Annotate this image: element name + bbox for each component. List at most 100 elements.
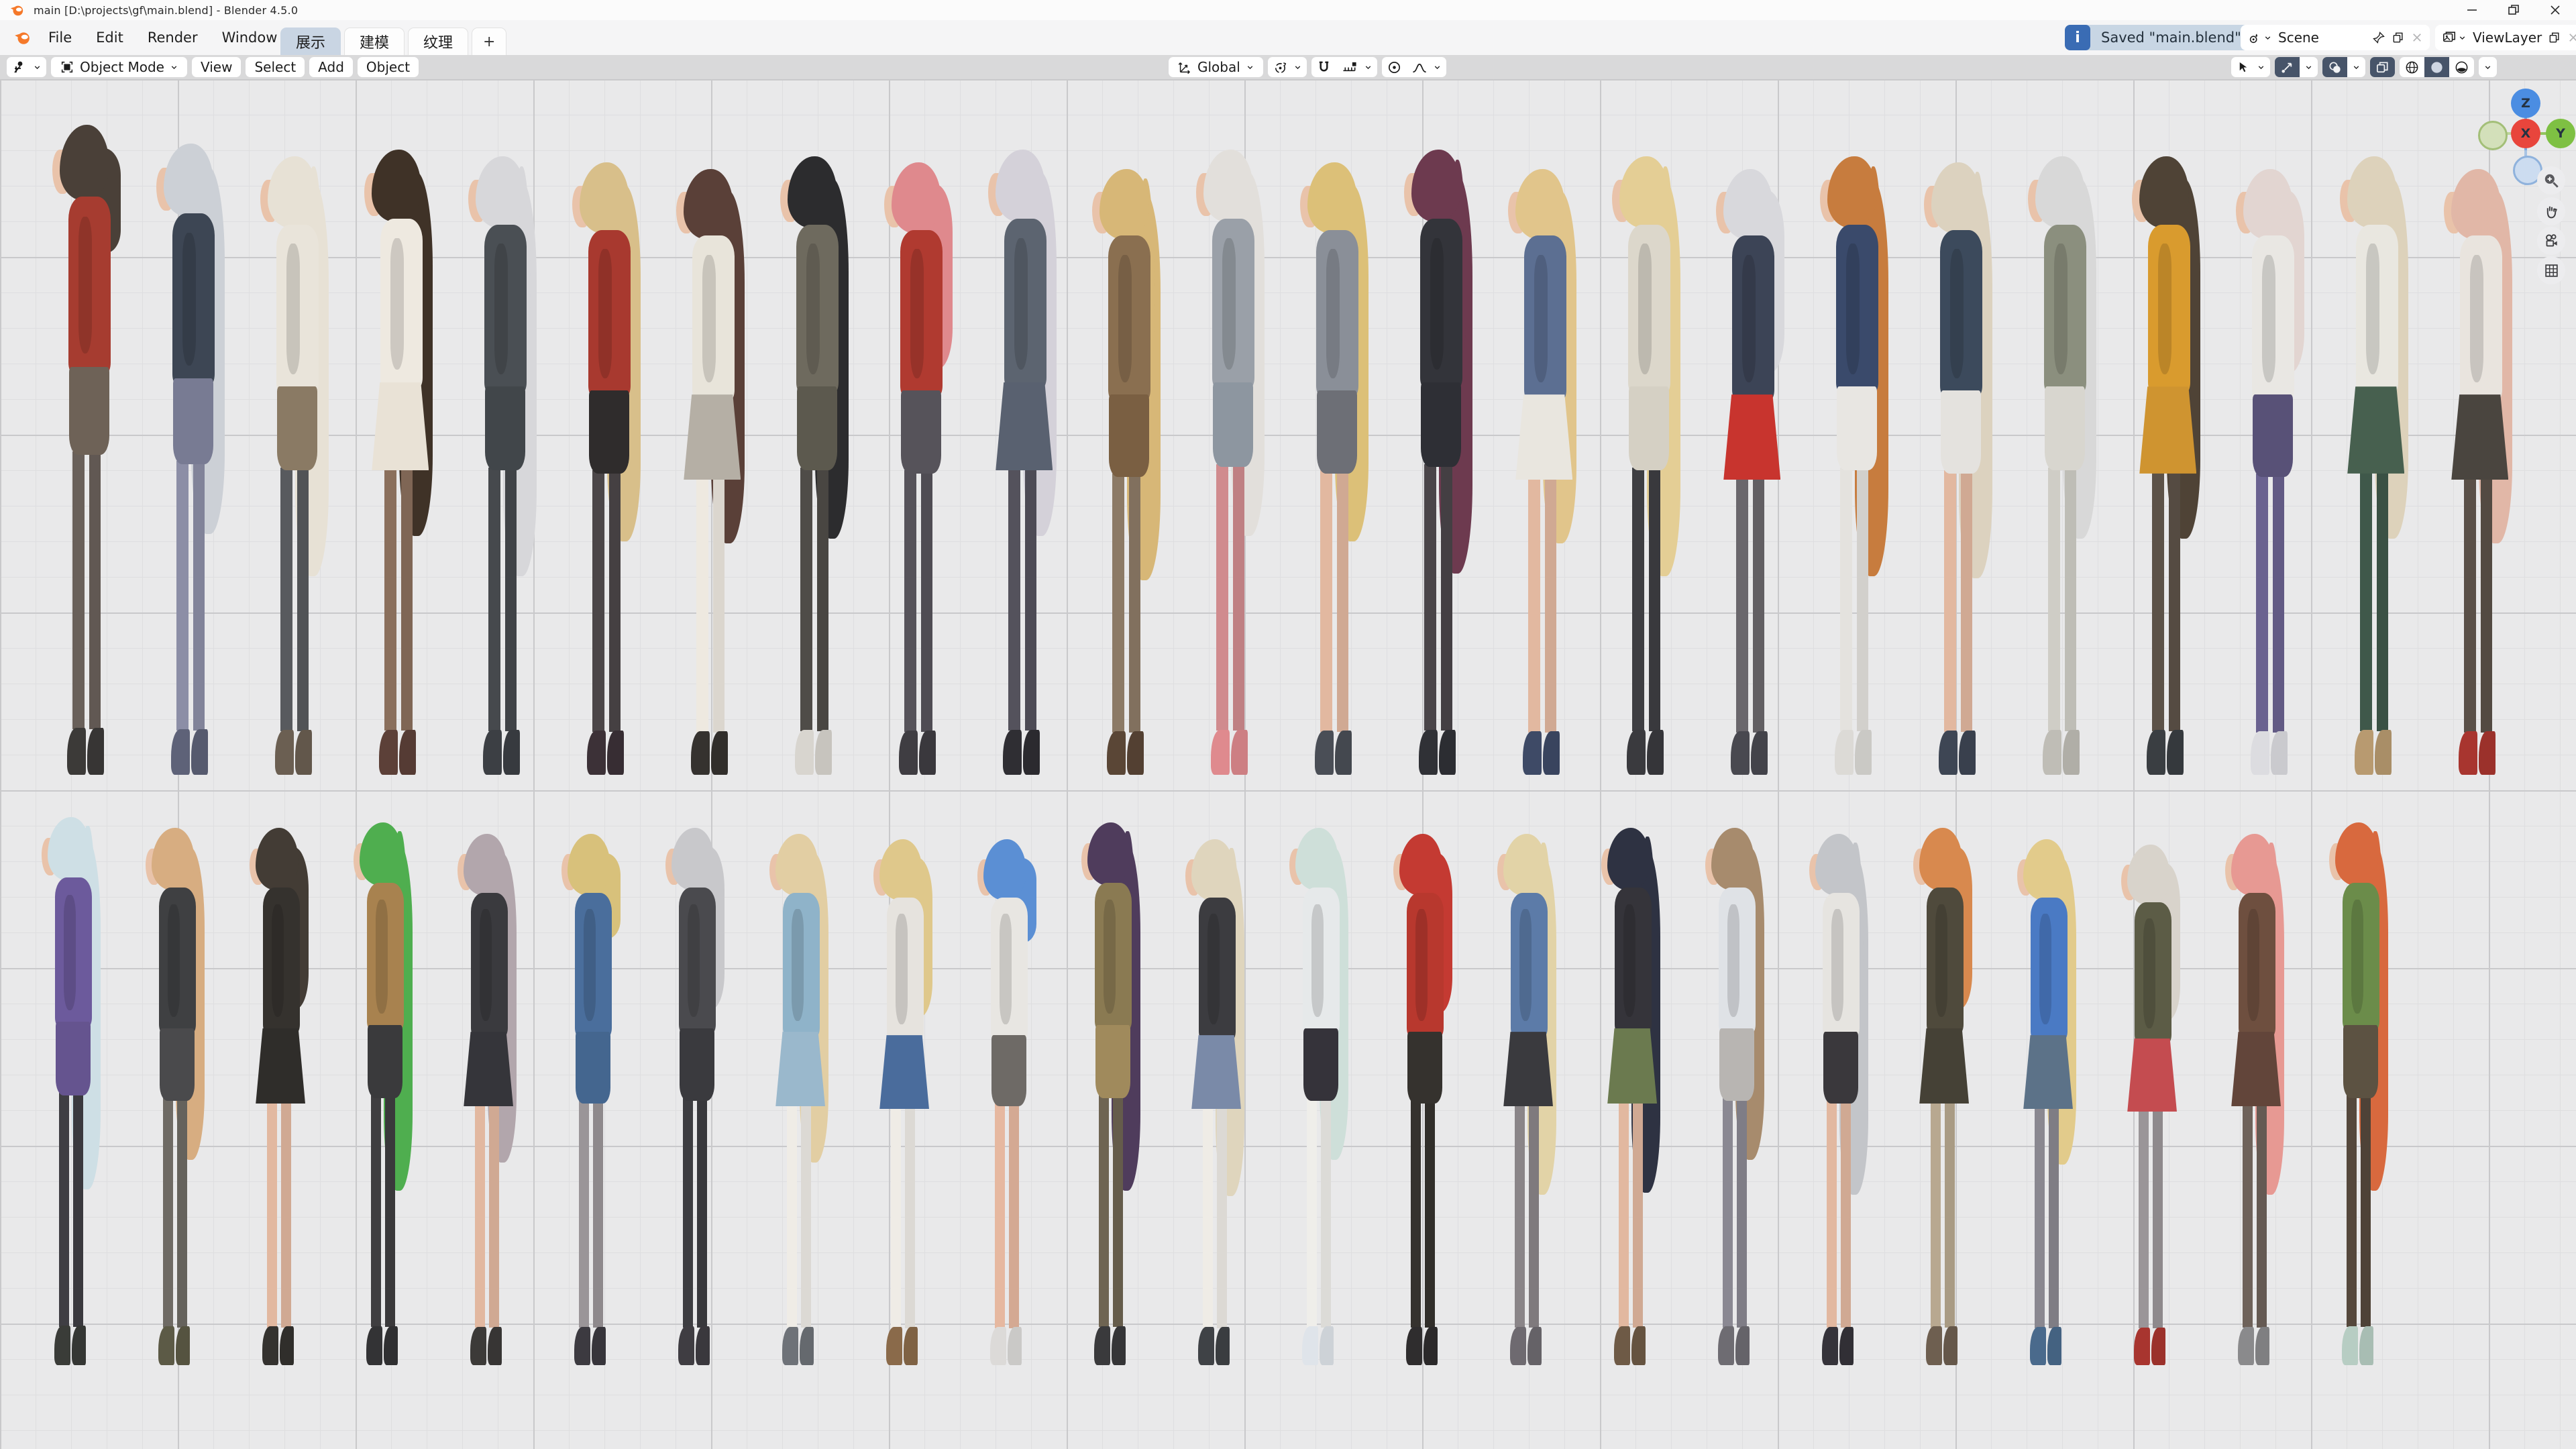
viewport-menu-view[interactable]: View bbox=[192, 57, 241, 77]
viewlayer-name[interactable]: ViewLayer bbox=[2473, 30, 2542, 46]
character-model-bottom-13[interactable] bbox=[1282, 826, 1362, 1365]
character-model-top-11[interactable] bbox=[1084, 166, 1176, 775]
pivot-point-selector[interactable] bbox=[1268, 57, 1307, 77]
character-model-bottom-20[interactable] bbox=[2010, 837, 2090, 1365]
character-model-top-21[interactable] bbox=[2124, 154, 2216, 775]
character-model-bottom-22[interactable] bbox=[2218, 832, 2298, 1365]
character-model-bottom-1[interactable] bbox=[34, 815, 114, 1365]
pan-button[interactable] bbox=[2537, 197, 2565, 225]
viewport-menu-add[interactable]: Add bbox=[309, 57, 353, 77]
character-model-top-22[interactable] bbox=[2228, 166, 2320, 775]
toggle-xray[interactable] bbox=[2370, 57, 2395, 77]
zoom-button[interactable] bbox=[2537, 166, 2565, 195]
menu-window[interactable]: Window bbox=[213, 25, 287, 50]
snap-toggle[interactable] bbox=[1311, 57, 1336, 77]
character-model-top-19[interactable] bbox=[1916, 160, 2008, 775]
proportional-falloff-selector[interactable] bbox=[1407, 57, 1446, 77]
character-model-bottom-12[interactable] bbox=[1178, 837, 1258, 1365]
menu-file[interactable]: File bbox=[39, 25, 81, 50]
character-model-bottom-21[interactable] bbox=[2114, 843, 2194, 1365]
character-model-top-6[interactable] bbox=[564, 160, 656, 775]
character-model-top-16[interactable] bbox=[1604, 154, 1696, 775]
maximize-button[interactable] bbox=[2493, 0, 2534, 20]
camera-view-button[interactable] bbox=[2537, 227, 2565, 255]
transform-orientation-selector[interactable]: Global bbox=[1169, 57, 1263, 77]
character-model-top-17[interactable] bbox=[1708, 166, 1800, 775]
character-model-top-1[interactable] bbox=[44, 122, 136, 775]
boot-front bbox=[470, 1327, 486, 1365]
shading-dropdown[interactable] bbox=[2479, 57, 2497, 77]
leg-back bbox=[801, 1101, 811, 1328]
character-model-top-10[interactable] bbox=[980, 147, 1072, 775]
show-overlays-toggle[interactable] bbox=[2322, 57, 2347, 77]
show-gizmos-toggle[interactable] bbox=[2275, 57, 2300, 77]
character-model-bottom-16[interactable] bbox=[1594, 826, 1674, 1365]
workspace-tab-4[interactable]: + bbox=[472, 28, 506, 55]
character-model-top-14[interactable] bbox=[1396, 147, 1488, 775]
character-model-top-24[interactable] bbox=[2436, 166, 2528, 775]
character-model-top-9[interactable] bbox=[876, 160, 968, 775]
character-model-bottom-18[interactable] bbox=[1802, 832, 1882, 1365]
character-model-bottom-15[interactable] bbox=[1490, 832, 1570, 1365]
character-model-top-13[interactable] bbox=[1292, 160, 1384, 775]
character-model-bottom-2[interactable] bbox=[138, 826, 218, 1365]
pin-icon[interactable] bbox=[2372, 31, 2385, 44]
menu-edit[interactable]: Edit bbox=[87, 25, 133, 50]
character-model-top-18[interactable] bbox=[1812, 154, 1904, 775]
character-model-bottom-7[interactable] bbox=[658, 826, 738, 1365]
viewlayer-browse-icon[interactable] bbox=[2442, 30, 2467, 45]
character-model-top-20[interactable] bbox=[2020, 154, 2112, 775]
character-model-top-23[interactable] bbox=[2332, 154, 2424, 775]
character-model-bottom-8[interactable] bbox=[762, 832, 842, 1365]
overlays-dropdown[interactable] bbox=[2347, 57, 2365, 77]
character-model-top-4[interactable] bbox=[356, 147, 448, 775]
blender-menu-icon[interactable] bbox=[11, 29, 34, 46]
character-model-bottom-4[interactable] bbox=[346, 820, 426, 1365]
gizmo-axis-x[interactable]: X bbox=[2511, 119, 2540, 148]
character-model-top-7[interactable] bbox=[668, 166, 760, 775]
character-model-top-8[interactable] bbox=[772, 154, 864, 775]
gizmo-axis-y[interactable]: Y bbox=[2546, 119, 2575, 148]
character-model-bottom-17[interactable] bbox=[1698, 826, 1778, 1365]
character-model-top-5[interactable] bbox=[460, 154, 552, 775]
material-shading-button[interactable] bbox=[2449, 57, 2474, 77]
scene-name[interactable]: Scene bbox=[2278, 30, 2366, 46]
character-model-bottom-11[interactable] bbox=[1074, 820, 1154, 1365]
character-model-bottom-19[interactable] bbox=[1906, 826, 1986, 1365]
proportional-editing-toggle[interactable] bbox=[1382, 57, 1407, 77]
gizmo-axis-z[interactable]: Z bbox=[2511, 89, 2540, 118]
wireframe-shading-button[interactable] bbox=[2400, 57, 2424, 77]
character-model-bottom-6[interactable] bbox=[554, 832, 634, 1365]
character-model-top-3[interactable] bbox=[252, 154, 344, 775]
gizmos-dropdown[interactable] bbox=[2300, 57, 2318, 77]
character-model-bottom-23[interactable] bbox=[2322, 820, 2402, 1365]
boot-front bbox=[2238, 1327, 2254, 1365]
menu-render[interactable]: Render bbox=[138, 25, 207, 50]
new-scene-icon[interactable] bbox=[2392, 31, 2405, 44]
character-model-bottom-10[interactable] bbox=[970, 837, 1050, 1365]
character-model-top-2[interactable] bbox=[148, 141, 240, 775]
scene-browse-icon[interactable] bbox=[2247, 30, 2272, 45]
character-model-bottom-14[interactable] bbox=[1386, 832, 1466, 1365]
character-model-bottom-9[interactable] bbox=[866, 837, 946, 1365]
minimize-button[interactable] bbox=[2451, 0, 2493, 20]
character-model-top-15[interactable] bbox=[1500, 166, 1592, 775]
mode-selector[interactable]: Object Mode bbox=[51, 57, 187, 77]
workspace-tab-1[interactable]: 展示 bbox=[280, 28, 341, 55]
close-button[interactable] bbox=[2534, 0, 2576, 20]
toggle-projection-button[interactable] bbox=[2537, 256, 2565, 284]
workspace-tab-3[interactable]: 纹理 bbox=[408, 28, 468, 55]
solid-shading-button[interactable] bbox=[2424, 57, 2449, 77]
snap-target-selector[interactable] bbox=[1336, 57, 1377, 77]
object-type-visibility-selector[interactable] bbox=[2231, 57, 2270, 77]
new-viewlayer-icon[interactable] bbox=[2548, 31, 2561, 44]
viewport-3d[interactable]: Z X Y bbox=[0, 79, 2576, 1449]
editor-type-button[interactable] bbox=[7, 57, 46, 77]
gizmo-axis-negy[interactable] bbox=[2478, 121, 2508, 150]
character-model-top-12[interactable] bbox=[1188, 147, 1280, 775]
character-model-bottom-3[interactable] bbox=[242, 826, 322, 1365]
character-model-bottom-5[interactable] bbox=[450, 832, 530, 1365]
workspace-tab-2[interactable]: 建模 bbox=[344, 28, 405, 55]
viewport-menu-object[interactable]: Object bbox=[358, 57, 419, 77]
viewport-menu-select[interactable]: Select bbox=[246, 57, 305, 77]
